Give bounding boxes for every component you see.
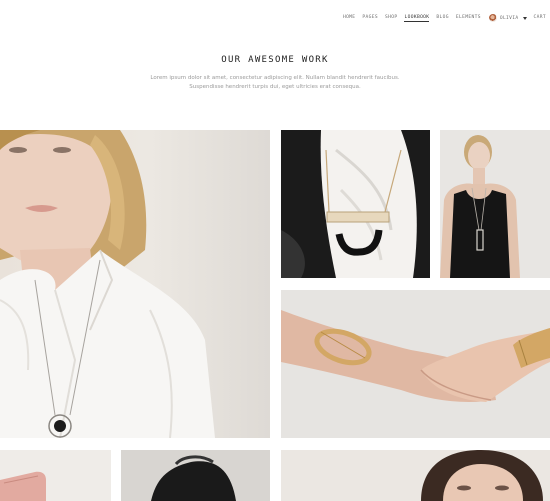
model-portrait-image xyxy=(281,450,550,501)
chevron-down-icon xyxy=(522,16,527,20)
avatar xyxy=(488,14,497,22)
portfolio-item-pendant-closeup[interactable] xyxy=(281,130,430,278)
pendant-closeup-image xyxy=(281,130,430,278)
user-menu[interactable]: OLIVIA xyxy=(488,14,527,22)
model-black-top-image xyxy=(440,130,550,278)
nav-shop[interactable]: SHOP xyxy=(385,14,397,22)
user-name: OLIVIA xyxy=(499,15,519,21)
black-bag-image xyxy=(121,450,270,501)
portfolio-item-model-black-top[interactable] xyxy=(440,130,550,278)
nav-lookbook[interactable]: LOOKBOOK xyxy=(404,15,430,22)
page-subtitle: Lorem ipsum dolor sit amet, consectetur … xyxy=(0,74,550,92)
subtitle-line-2: Suspendisse hendrerit turpis dui, eget u… xyxy=(189,84,361,90)
portfolio-item-pink-bag[interactable] xyxy=(0,450,111,501)
nav-cart[interactable]: CART xyxy=(534,14,546,22)
pink-bag-image xyxy=(0,450,111,501)
portfolio-item-model-white-shirt[interactable] xyxy=(0,130,270,438)
model-white-shirt-image xyxy=(0,130,215,438)
portfolio-item-black-bag[interactable] xyxy=(121,450,270,501)
nav-blog[interactable]: BLOG xyxy=(436,14,448,22)
handshake-cuff-image xyxy=(281,290,550,438)
portfolio-item-handshake-cuff[interactable] xyxy=(281,290,550,438)
nav-elements[interactable]: ELEMENTS xyxy=(456,14,481,22)
page-title: OUR AWESOME WORK xyxy=(221,55,329,65)
portfolio-item-model-portrait[interactable] xyxy=(281,450,550,501)
subtitle-line-1: Lorem ipsum dolor sit amet, consectetur … xyxy=(150,75,400,81)
main-nav: HOME PAGES SHOP LOOKBOOK BLOG ELEMENTS O… xyxy=(336,13,546,23)
nav-pages[interactable]: PAGES xyxy=(362,14,378,22)
portfolio-header: OUR AWESOME WORK Lorem ipsum dolor sit a… xyxy=(0,55,550,92)
nav-home[interactable]: HOME xyxy=(343,14,355,22)
